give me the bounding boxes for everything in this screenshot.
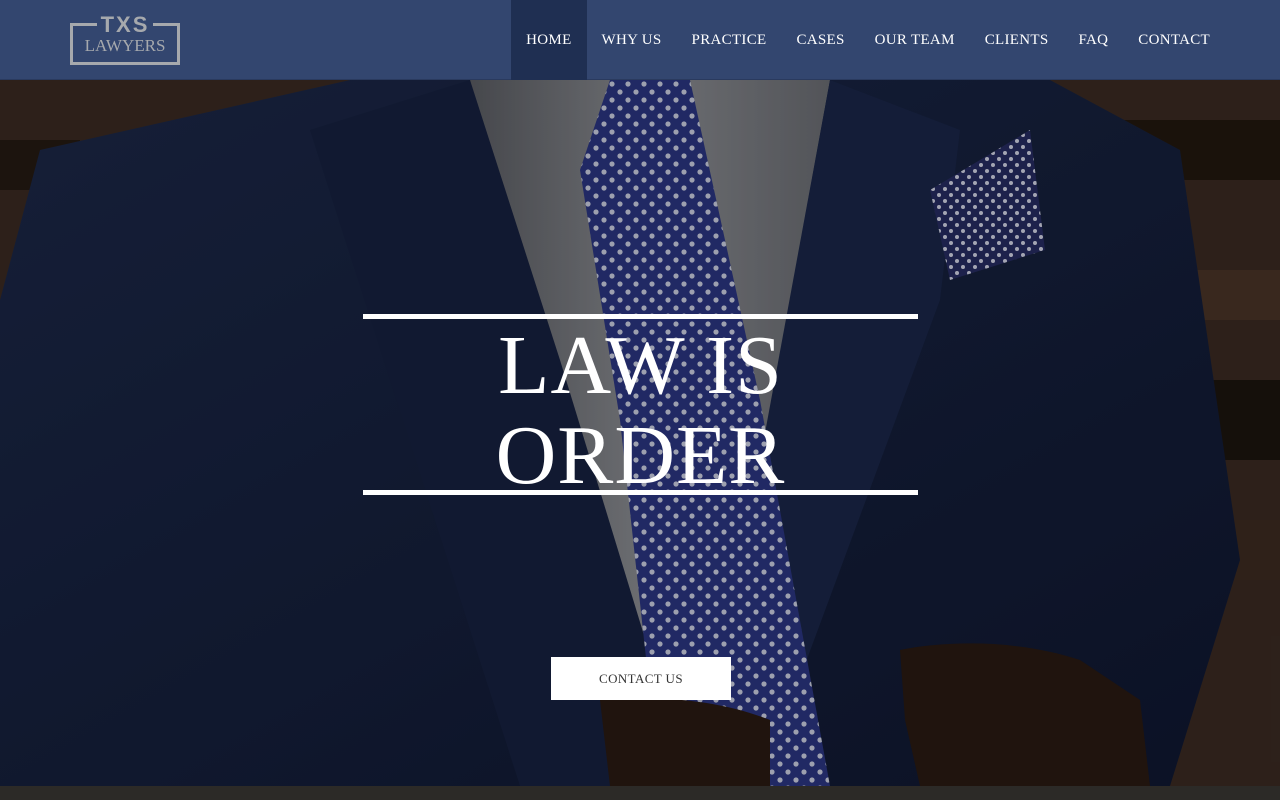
headline-line-2: ORDER <box>495 409 786 502</box>
hero-headline: LAW IS ORDER <box>363 314 918 501</box>
nav-item-why-us[interactable]: WHY US <box>587 0 677 80</box>
nav-item-our-team[interactable]: OUR TEAM <box>860 0 970 80</box>
section-divider <box>0 786 1280 800</box>
main-nav: HOME WHY US PRACTICE CASES OUR TEAM CLIE… <box>511 0 1225 80</box>
nav-item-clients[interactable]: CLIENTS <box>970 0 1064 80</box>
headline-line-1: LAW IS <box>498 319 783 412</box>
txs-lawyers-logo[interactable]: TXS LAWYERS <box>70 12 180 66</box>
nav-item-home[interactable]: HOME <box>511 0 587 80</box>
logo-bottom-text: LAWYERS <box>84 36 166 55</box>
logo-top-text: TXS <box>100 12 150 37</box>
nav-item-cases[interactable]: CASES <box>781 0 859 80</box>
site-header: TXS LAWYERS HOME WHY US PRACTICE CASES O… <box>0 0 1280 80</box>
nav-item-faq[interactable]: FAQ <box>1063 0 1123 80</box>
contact-us-button[interactable]: CONTACT US <box>551 657 731 700</box>
nav-item-contact[interactable]: CONTACT <box>1123 0 1225 80</box>
nav-item-practice[interactable]: PRACTICE <box>677 0 782 80</box>
